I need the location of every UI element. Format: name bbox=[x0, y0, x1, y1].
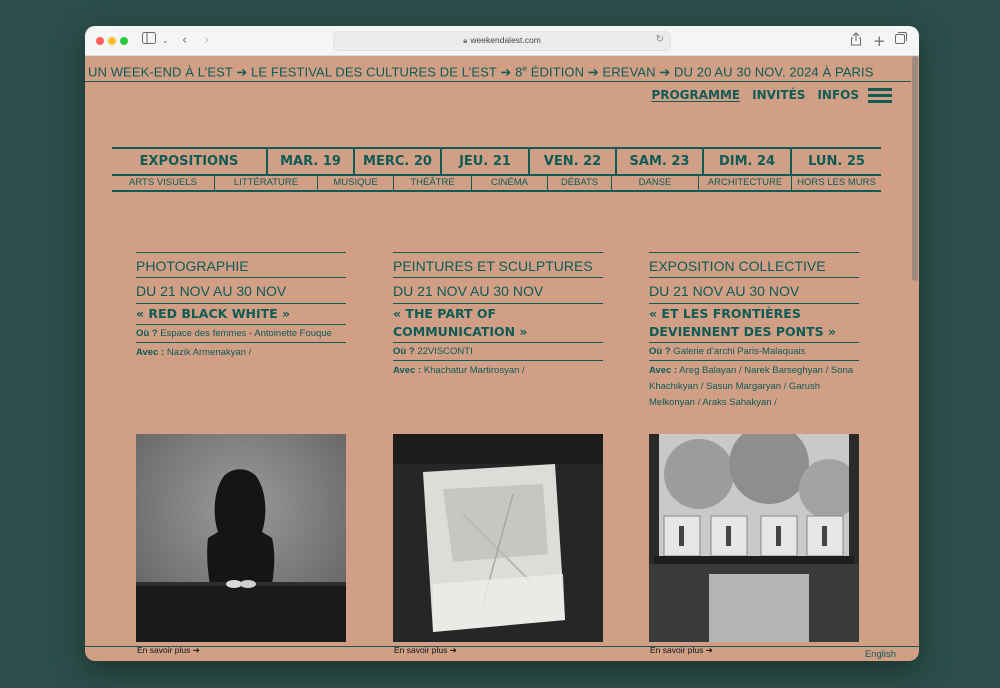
event-category: PEINTURES ET SCULPTURES bbox=[393, 252, 603, 278]
event-dates: DU 21 NOV AU 30 NOV bbox=[649, 278, 859, 304]
tab-day[interactable]: LUN. 25 bbox=[792, 149, 881, 174]
category-link[interactable]: THÉÂTRE bbox=[394, 175, 472, 190]
tab-expositions[interactable]: EXPOSITIONS bbox=[112, 149, 268, 174]
event-artists: Avec : Areg Balayan / Narek Barseghyan /… bbox=[649, 361, 859, 411]
marquee-text-2: ÉDITION ➔ EREVAN ➔ DU 20 AU 30 NOV. 2024… bbox=[526, 64, 874, 80]
event-title[interactable]: « RED BLACK WHITE » bbox=[136, 304, 346, 325]
address-bar[interactable]: 🔒︎ weekendalest.com ↻ bbox=[333, 31, 671, 51]
artists-value[interactable]: Areg Balayan / Narek Barseghyan / Sona K… bbox=[649, 365, 853, 408]
tab-day[interactable]: DIM. 24 bbox=[704, 149, 792, 174]
event-card: PHOTOGRAPHIE DU 21 NOV AU 30 NOV « RED B… bbox=[136, 252, 346, 361]
category-link[interactable]: MUSIQUE bbox=[318, 175, 394, 190]
nav-infos[interactable]: INFOS bbox=[817, 88, 859, 106]
language-switch[interactable]: English bbox=[865, 649, 896, 660]
artists-label: Avec : bbox=[136, 347, 165, 358]
event-category: PHOTOGRAPHIE bbox=[136, 252, 346, 278]
main-nav: PROGRAMME INVITÉS INFOS bbox=[651, 88, 859, 106]
hamburger-menu-icon[interactable] bbox=[868, 88, 892, 104]
location-value: Galerie d’archi Paris-Malaquais bbox=[673, 346, 806, 357]
tab-day[interactable]: MERC. 20 bbox=[355, 149, 442, 174]
category-filter-bar: ARTS VISUELS LITTÉRATURE MUSIQUE THÉÂTRE… bbox=[112, 175, 881, 192]
event-title[interactable]: « ET LES FRONTIÈRES DEVIENNENT DES PONTS… bbox=[649, 304, 859, 343]
category-link[interactable]: CINÉMA bbox=[472, 175, 548, 190]
event-category: EXPOSITION COLLECTIVE bbox=[649, 252, 859, 278]
category-link[interactable]: ARCHITECTURE bbox=[699, 175, 792, 190]
footer-divider bbox=[85, 646, 919, 647]
minimize-window-button[interactable] bbox=[108, 37, 116, 45]
location-value: 22VISCONTI bbox=[417, 346, 473, 357]
page-content: UN WEEK-END À L’EST ➔ LE FESTIVAL DES CU… bbox=[85, 56, 919, 661]
event-title[interactable]: « THE PART OF COMMUNICATION » bbox=[393, 304, 603, 343]
nav-invites[interactable]: INVITÉS bbox=[752, 88, 805, 106]
forward-icon[interactable]: › bbox=[204, 32, 209, 50]
location-label: Où ? bbox=[649, 346, 671, 357]
event-photo-frontieres[interactable] bbox=[649, 434, 859, 642]
event-location: Où ? Galerie d’archi Paris-Malaquais bbox=[649, 343, 859, 361]
artists-value[interactable]: Nazik Armenakyan / bbox=[167, 347, 251, 358]
event-location: Où ? Espace des femmes - Antoinette Fouq… bbox=[136, 325, 346, 343]
event-card: EXPOSITION COLLECTIVE DU 21 NOV AU 30 NO… bbox=[649, 252, 859, 411]
category-link[interactable]: DANSE bbox=[612, 175, 699, 190]
share-icon[interactable] bbox=[850, 32, 862, 52]
location-label: Où ? bbox=[393, 346, 415, 357]
event-card: PEINTURES ET SCULPTURES DU 21 NOV AU 30 … bbox=[393, 252, 603, 379]
category-link[interactable]: LITTÉRATURE bbox=[215, 175, 318, 190]
nav-programme[interactable]: PROGRAMME bbox=[651, 88, 740, 106]
close-window-button[interactable] bbox=[96, 37, 104, 45]
location-value: Espace des femmes - Antoinette Fouque bbox=[160, 328, 332, 339]
scrollbar-thumb[interactable] bbox=[912, 56, 918, 281]
artists-label: Avec : bbox=[649, 365, 678, 376]
browser-window: ⌄ ‹ › 🔒︎ weekendalest.com ↻ + UN WEEK-END… bbox=[85, 26, 919, 661]
tabs-overview-icon[interactable] bbox=[895, 32, 907, 50]
new-tab-icon[interactable]: + bbox=[873, 32, 886, 50]
browser-toolbar: ⌄ ‹ › 🔒︎ weekendalest.com ↻ + bbox=[85, 26, 919, 56]
tab-day[interactable]: SAM. 23 bbox=[617, 149, 704, 174]
sidebar-icon[interactable] bbox=[142, 32, 156, 50]
lock-icon: 🔒︎ bbox=[463, 36, 468, 45]
tab-day[interactable]: VEN. 22 bbox=[530, 149, 617, 174]
tab-day[interactable]: JEU. 21 bbox=[442, 149, 530, 174]
chevron-down-icon[interactable]: ⌄ bbox=[162, 32, 169, 50]
event-dates: DU 21 NOV AU 30 NOV bbox=[393, 278, 603, 304]
category-link[interactable]: DÉBATS bbox=[548, 175, 612, 190]
event-artists: Avec : Khachatur Martirosyan / bbox=[393, 361, 603, 379]
reload-icon[interactable]: ↻ bbox=[656, 34, 664, 45]
event-dates: DU 21 NOV AU 30 NOV bbox=[136, 278, 346, 304]
artists-value[interactable]: Khachatur Martirosyan / bbox=[424, 365, 525, 376]
location-label: Où ? bbox=[136, 328, 158, 339]
zoom-window-button[interactable] bbox=[120, 37, 128, 45]
back-icon[interactable]: ‹ bbox=[182, 32, 187, 50]
event-photo-red-black-white[interactable] bbox=[136, 434, 346, 642]
url-text: weekendalest.com bbox=[470, 35, 541, 45]
event-artists: Avec : Nazik Armenakyan / bbox=[136, 343, 346, 361]
artists-label: Avec : bbox=[393, 365, 422, 376]
category-link[interactable]: ARTS VISUELS bbox=[112, 175, 215, 190]
tab-day[interactable]: MAR. 19 bbox=[268, 149, 355, 174]
day-filter-bar: EXPOSITIONS MAR. 19 MERC. 20 JEU. 21 VEN… bbox=[112, 147, 881, 176]
marquee-banner: UN WEEK-END À L’EST ➔ LE FESTIVAL DES CU… bbox=[85, 56, 911, 82]
event-location: Où ? 22VISCONTI bbox=[393, 343, 603, 361]
event-photo-part-of-communication[interactable] bbox=[393, 434, 603, 642]
category-link[interactable]: HORS LES MURS bbox=[792, 175, 881, 190]
marquee-text-1: UN WEEK-END À L’EST ➔ LE FESTIVAL DES CU… bbox=[88, 64, 523, 80]
